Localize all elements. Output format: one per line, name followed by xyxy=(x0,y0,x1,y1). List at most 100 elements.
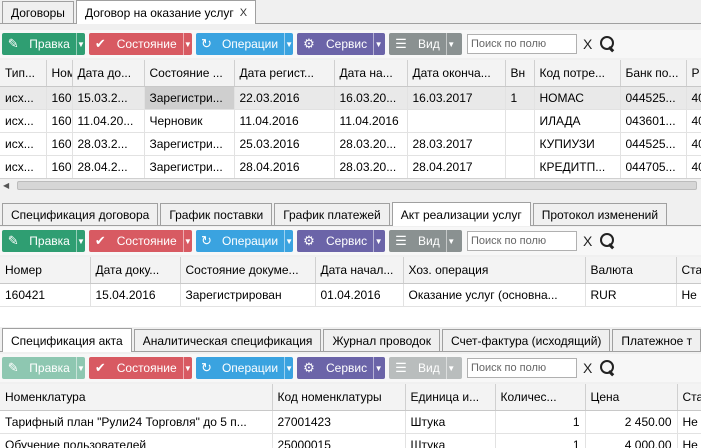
chevron-down-icon[interactable]: ▼ xyxy=(373,230,383,252)
edit-button[interactable]: ✎ Правка ▼ xyxy=(2,33,85,55)
scroll-left-icon[interactable]: ◀ xyxy=(3,181,9,190)
chevron-down-icon[interactable]: ▼ xyxy=(182,357,192,379)
state-button[interactable]: ✔ Состояние ▼ xyxy=(89,357,192,379)
table-cell: 22.03.2016 xyxy=(234,86,335,110)
table-cell: Штука xyxy=(405,433,496,448)
tab-bottom-tabs-4[interactable]: Платежное т xyxy=(612,329,701,351)
table-cell: Обучение пользователей xyxy=(0,433,273,448)
tab-contracts[interactable]: Договоры xyxy=(2,1,74,23)
operations-button[interactable]: ↻ Операции ▼ xyxy=(196,230,293,252)
column-header[interactable]: Р xyxy=(686,60,701,87)
chevron-down-icon[interactable]: ▼ xyxy=(284,230,293,252)
column-header[interactable]: Состояние ... xyxy=(144,60,235,87)
column-header[interactable]: Банк по... xyxy=(620,60,687,87)
view-button[interactable]: ☰ Вид ▼ xyxy=(389,230,462,252)
table-cell: RUR xyxy=(585,283,677,307)
table-cell: 28.04.2017 xyxy=(407,155,506,178)
service-button[interactable]: ⚙ Сервис ▼ xyxy=(297,357,385,379)
tab-bottom-tabs-1[interactable]: Аналитическая спецификация xyxy=(133,329,322,351)
table-row[interactable]: исх... 160 15.03.2... Зарегистри... 22.03.20… xyxy=(0,86,701,110)
clear-search-icon[interactable]: X xyxy=(583,233,592,249)
column-header[interactable]: Дата оконча... xyxy=(407,60,506,87)
column-header[interactable]: Состояние докуме... xyxy=(180,257,316,284)
table-row[interactable]: 160421 15.04.2016 Зарегистрирован 01.04.201… xyxy=(0,283,701,307)
horizontal-scrollbar[interactable]: ◀ xyxy=(0,178,701,192)
table-row[interactable]: исх... 160 11.04.20... Черновик 11.04.2016 11… xyxy=(0,109,701,133)
column-header[interactable]: Единица и... xyxy=(405,384,496,411)
scrollbar-thumb[interactable] xyxy=(17,181,697,190)
chevron-down-icon[interactable]: ▼ xyxy=(373,33,383,55)
service-button[interactable]: ⚙ Сервис ▼ xyxy=(297,33,385,55)
tab-mid-tabs-0[interactable]: Спецификация договора xyxy=(2,203,159,225)
column-header[interactable]: Дата начал... xyxy=(315,257,404,284)
contracts-grid: Тип...НомДата до...Состояние ...Дата рег… xyxy=(0,60,701,178)
chevron-down-icon[interactable]: ▼ xyxy=(75,230,85,252)
search-icon[interactable] xyxy=(600,233,616,249)
chevron-down-icon[interactable]: ▼ xyxy=(284,33,293,55)
search-input[interactable]: Поиск по полю xyxy=(467,358,577,378)
view-button[interactable]: ☰ Вид ▼ xyxy=(389,357,462,379)
chevron-down-icon[interactable]: ▼ xyxy=(445,230,456,252)
table-row[interactable]: исх... 160 28.04.2... Зарегистри... 28.04.20… xyxy=(0,155,701,178)
clear-search-icon[interactable]: X xyxy=(583,36,592,52)
table-header: Тип...НомДата до...Состояние ...Дата рег… xyxy=(0,60,701,87)
table-cell: Тарифный план "Рули24 Торговля" до 5 п..… xyxy=(0,410,273,434)
operations-button[interactable]: ↻ Операции ▼ xyxy=(196,357,293,379)
chevron-down-icon[interactable]: ▼ xyxy=(75,357,85,379)
column-header[interactable]: Тип... xyxy=(0,60,47,87)
column-header[interactable]: Количес... xyxy=(495,384,586,411)
table-cell xyxy=(407,109,506,133)
chevron-down-icon[interactable]: ▼ xyxy=(445,33,456,55)
tab-mid-tabs-3[interactable]: Акт реализации услуг xyxy=(391,202,531,226)
search-input[interactable]: Поиск по полю xyxy=(467,34,577,54)
column-header[interactable]: Ста xyxy=(676,257,701,284)
column-header[interactable]: Номенклатура xyxy=(0,384,273,411)
clear-search-icon[interactable]: X xyxy=(583,360,592,376)
tab-bottom-tabs-3[interactable]: Счет-фактура (исходящий) xyxy=(441,329,611,351)
column-header[interactable]: Ном xyxy=(46,60,73,87)
column-header[interactable]: Код потре... xyxy=(534,60,621,87)
close-icon[interactable]: X xyxy=(240,7,247,19)
edit-button[interactable]: ✎ Правка ▼ xyxy=(2,357,85,379)
chevron-down-icon[interactable]: ▼ xyxy=(182,230,192,252)
column-header[interactable]: Хоз. операция xyxy=(403,257,586,284)
chevron-down-icon[interactable]: ▼ xyxy=(373,357,383,379)
table-row[interactable]: исх... 160 28.03.2... Зарегистри... 25.03.20… xyxy=(0,132,701,156)
chevron-down-icon[interactable]: ▼ xyxy=(445,357,456,379)
edit-button[interactable]: ✎ Правка ▼ xyxy=(2,230,85,252)
tab-service-contract[interactable]: Договор на оказание услуг X xyxy=(75,0,257,24)
chevron-down-icon[interactable]: ▼ xyxy=(75,33,85,55)
table-row[interactable]: Тарифный план "Рули24 Торговля" до 5 п..… xyxy=(0,410,701,434)
state-button[interactable]: ✔ Состояние ▼ xyxy=(89,33,192,55)
operations-button[interactable]: ↻ Операции ▼ xyxy=(196,33,293,55)
table-cell: ИЛАДА xyxy=(534,109,621,133)
tab-mid-tabs-4[interactable]: Протокол изменений xyxy=(532,203,668,225)
tab-mid-tabs-1[interactable]: График поставки xyxy=(160,203,273,225)
tab-bottom-tabs-0[interactable]: Спецификация акта xyxy=(2,328,132,352)
tab-mid-tabs-2[interactable]: График платежей xyxy=(274,203,390,225)
search-input[interactable]: Поиск по полю xyxy=(467,231,577,251)
column-header[interactable]: Дата доку... xyxy=(90,257,181,284)
refresh-icon: ↻ xyxy=(201,233,212,248)
column-header[interactable]: Дата регист... xyxy=(234,60,335,87)
column-header[interactable]: Валюта xyxy=(585,257,677,284)
column-header[interactable]: Дата до... xyxy=(72,60,145,87)
column-header[interactable]: Дата на... xyxy=(334,60,408,87)
table-cell: исх... xyxy=(0,109,47,133)
table-row[interactable]: Обучение пользователей 25000015 Штука 1 4 00… xyxy=(0,433,701,448)
tab-bottom-tabs-2[interactable]: Журнал проводок xyxy=(323,329,440,351)
chevron-down-icon[interactable]: ▼ xyxy=(182,33,192,55)
state-button[interactable]: ✔ Состояние ▼ xyxy=(89,230,192,252)
column-header[interactable]: Вн xyxy=(505,60,535,87)
search-icon[interactable] xyxy=(600,36,616,52)
service-button[interactable]: ⚙ Сервис ▼ xyxy=(297,230,385,252)
column-header[interactable]: Код номенклатуры xyxy=(272,384,406,411)
column-header[interactable]: Ста xyxy=(677,384,701,411)
edit-label: Правка xyxy=(29,234,70,248)
column-header[interactable]: Номер xyxy=(0,257,91,284)
search-icon[interactable] xyxy=(600,360,616,376)
chevron-down-icon[interactable]: ▼ xyxy=(284,357,293,379)
column-header[interactable]: Цена xyxy=(585,384,678,411)
view-button[interactable]: ☰ Вид ▼ xyxy=(389,33,462,55)
table-cell: исх... xyxy=(0,155,47,178)
